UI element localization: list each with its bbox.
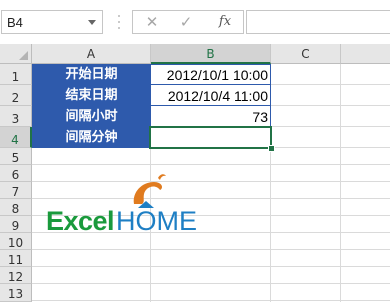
cell-a3[interactable]: 间隔小时	[32, 106, 151, 127]
excelhome-logo: Excel HOME	[46, 172, 197, 242]
gridline	[32, 266, 390, 267]
formula-bar: B4 ✕ ✓ fx	[0, 0, 390, 44]
gridline	[32, 249, 390, 250]
fill-handle[interactable]	[268, 145, 275, 152]
cell-a1[interactable]: 开始日期	[32, 64, 151, 85]
row-header-12[interactable]: 12	[0, 267, 32, 284]
column-header-b[interactable]: B	[151, 44, 271, 64]
column-header-a[interactable]: A	[32, 44, 151, 64]
insert-function-icon[interactable]: fx	[212, 11, 238, 33]
enter-icon[interactable]: ✓	[173, 11, 199, 33]
row-header-7[interactable]: 7	[0, 182, 32, 199]
row-header-1[interactable]: 1	[0, 64, 32, 85]
cell-b1[interactable]: 2012/10/1 10:00	[151, 64, 271, 85]
chevron-down-icon[interactable]	[88, 20, 96, 25]
row-header-13[interactable]: 13	[0, 284, 32, 302]
column-header-d[interactable]	[341, 44, 390, 64]
name-box[interactable]: B4	[1, 10, 103, 34]
formula-input[interactable]	[246, 10, 390, 34]
row-header-8[interactable]: 8	[0, 199, 32, 216]
logo-text-excel: Excel	[46, 206, 115, 236]
cell-b3[interactable]: 73	[151, 106, 271, 127]
gridline	[32, 300, 390, 301]
select-all-button[interactable]	[0, 44, 32, 64]
gridline	[32, 164, 390, 165]
row-header-11[interactable]: 11	[0, 250, 32, 267]
gridline	[340, 64, 341, 302]
cell-selection	[149, 126, 272, 149]
column-header-c[interactable]: C	[271, 44, 341, 64]
gridline	[32, 283, 390, 284]
cell-a2[interactable]: 结束日期	[32, 85, 151, 106]
row-header-2[interactable]: 2	[0, 85, 32, 106]
row-header-4[interactable]: 4	[0, 127, 32, 148]
cancel-icon[interactable]: ✕	[139, 11, 165, 33]
row-header-3[interactable]: 3	[0, 106, 32, 127]
row-header-6[interactable]: 6	[0, 165, 32, 182]
logo-text-home: HOME	[116, 206, 197, 236]
drag-handle-icon[interactable]	[117, 13, 120, 31]
row-header-9[interactable]: 9	[0, 216, 32, 233]
row-header-5[interactable]: 5	[0, 148, 32, 165]
cell-b2[interactable]: 2012/10/4 11:00	[151, 85, 271, 106]
cell-a4[interactable]: 间隔分钟	[32, 127, 151, 148]
formula-buttons: ✕ ✓ fx	[132, 10, 244, 34]
name-box-value: B4	[7, 15, 23, 30]
row-header-10[interactable]: 10	[0, 233, 32, 250]
